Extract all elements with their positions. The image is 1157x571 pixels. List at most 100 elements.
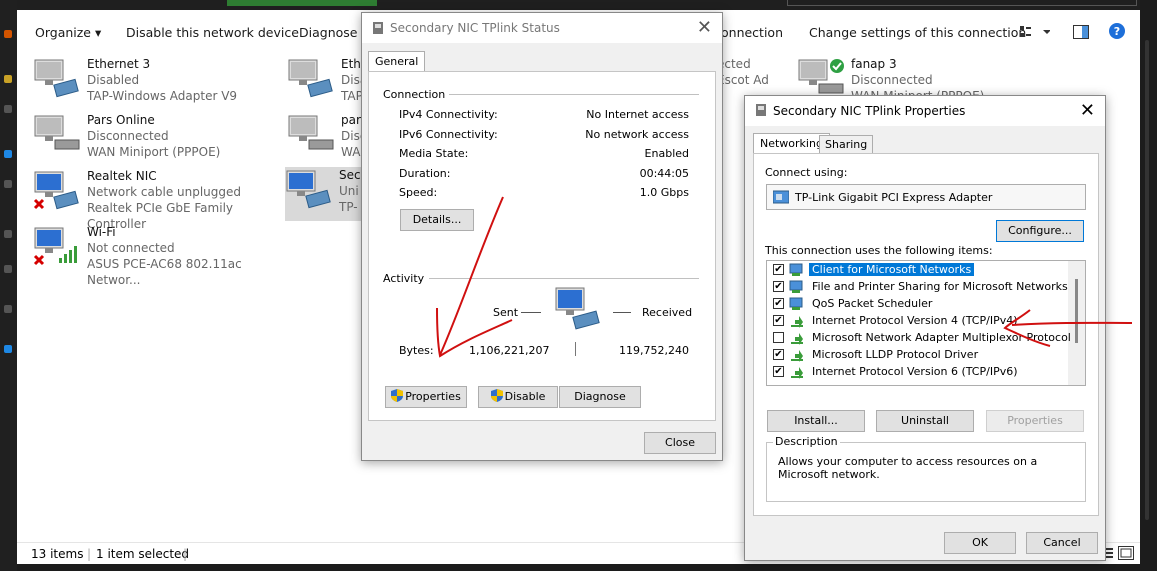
activity-header: Activity (383, 272, 425, 285)
network-adapter-icon (288, 115, 334, 150)
description-header: Description (773, 435, 840, 448)
components-list[interactable]: ✔ Client for Microsoft Networks ✔ File and… (766, 260, 1086, 386)
item-checkbox[interactable]: ✔ (773, 281, 784, 292)
item-checkbox[interactable]: ✔ (773, 349, 784, 360)
item-device: ASUS PCE-AC68 802.11ac Networ... (87, 257, 242, 287)
nav-icon[interactable] (4, 265, 12, 273)
row-label: Duration: (399, 167, 451, 180)
configure-button[interactable]: Configure... (996, 220, 1084, 242)
list-scroll-thumb[interactable] (1075, 279, 1078, 343)
nav-icon[interactable] (4, 105, 12, 113)
help-icon[interactable]: ? (1109, 23, 1125, 42)
ok-button[interactable]: OK (944, 532, 1016, 554)
selected-count: 1 item selected (96, 547, 190, 561)
disable-label: Disable (504, 390, 546, 403)
item-name: Ethernet 3 (87, 57, 151, 71)
protocol-icon (791, 333, 803, 345)
close-icon[interactable]: ✕ (1080, 100, 1095, 121)
view-options-icon[interactable] (1020, 24, 1051, 43)
row-value: 00:44:05 (639, 167, 689, 180)
right-scrollbar[interactable] (1140, 0, 1157, 571)
row-value: No Internet access (586, 108, 689, 121)
uninstall-button[interactable]: Uninstall (876, 410, 974, 432)
nav-icon[interactable] (4, 305, 12, 313)
scroll-thumb[interactable] (1145, 40, 1149, 520)
nav-icon[interactable] (4, 230, 12, 238)
status-dialog-titlebar: Secondary NIC TPlink Status ✕ (362, 13, 722, 43)
tab-sharing[interactable]: Sharing (819, 135, 874, 153)
network-activity-icon (555, 287, 600, 330)
nav-icon[interactable] (4, 180, 12, 188)
install-button[interactable]: Install... (767, 410, 865, 432)
change-settings-button[interactable]: Change settings of this connection (809, 25, 1026, 40)
network-adapter-icon (286, 170, 331, 209)
row-label: IPv6 Connectivity: (399, 128, 498, 141)
item-status: Disconnected (851, 73, 933, 87)
disable-button[interactable]: Disable (478, 386, 558, 408)
item-label: Microsoft Network Adapter Multiplexor Pr… (812, 331, 1071, 344)
component-properties-button[interactable]: Properties (986, 410, 1084, 432)
item-name: Realtek NIC (87, 169, 157, 183)
cancel-button[interactable]: Cancel (1026, 532, 1098, 554)
network-item[interactable]: pars Disc WA (287, 112, 367, 166)
item-status: Not connected (87, 241, 175, 255)
network-item[interactable]: Ethernet 3 Disabled TAP-Windows Adapter V9 (33, 56, 283, 110)
item-checkbox[interactable] (773, 332, 784, 343)
item-label: Client for Microsoft Networks (809, 263, 975, 276)
item-device: Escot Ad (717, 73, 769, 87)
item-checkbox[interactable]: ✔ (773, 298, 784, 309)
item-status: Network cable unplugged (87, 185, 242, 199)
divider (575, 342, 576, 356)
nav-icon[interactable] (4, 30, 12, 38)
line (613, 312, 631, 313)
nav-icon[interactable] (4, 150, 12, 158)
network-adapter-icon (798, 59, 844, 94)
tab-general[interactable]: General (368, 51, 426, 71)
preview-pane-icon[interactable] (1073, 25, 1089, 42)
network-adapter-icon (33, 171, 79, 210)
network-item[interactable]: Pars Online Disconnected WAN Miniport (PPP… (33, 112, 283, 166)
divider: | (183, 547, 188, 561)
network-service-icon (789, 297, 803, 310)
rename-connection-button[interactable]: onnection (721, 25, 783, 40)
network-item-selected[interactable]: Seco Uni TP- (285, 167, 368, 221)
network-item[interactable]: Ethe Disa TAP (287, 56, 368, 110)
received-label: Received (642, 306, 693, 319)
adapter-name: TP-Link Gigabit PCI Express Adapter (795, 191, 993, 204)
item-checkbox[interactable]: ✔ (773, 366, 784, 377)
general-panel: Connection IPv4 Connectivity: No Interne… (368, 71, 716, 421)
nav-icon[interactable] (4, 345, 12, 353)
progress-strip (227, 0, 377, 6)
search-box-edge[interactable] (787, 0, 1137, 6)
items-label: This connection uses the following items… (765, 244, 993, 257)
item-device: WAN Miniport (PPPOE) (87, 145, 221, 159)
item-status: Disabled (87, 73, 140, 87)
network-item[interactable]: Wi-Fi Not connected ASUS PCE-AC68 802.11ac… (33, 224, 283, 287)
properties-button[interactable]: Properties (385, 386, 467, 408)
close-icon[interactable]: ✕ (697, 17, 712, 38)
nav-icon[interactable] (4, 75, 12, 83)
svg-text:?: ? (1114, 25, 1120, 38)
close-button[interactable]: Close (644, 432, 716, 454)
network-client-icon (789, 263, 803, 276)
item-status: Disconnected (87, 129, 169, 143)
diagnose-button[interactable]: Diagnose (559, 386, 641, 408)
item-checkbox[interactable]: ✔ (773, 315, 784, 326)
adapter-icon (773, 190, 789, 204)
network-adapter-icon (756, 104, 766, 116)
protocol-icon (791, 350, 803, 362)
organize-button[interactable]: Organize ▾ (35, 25, 101, 40)
protocol-icon (791, 316, 803, 328)
row-value: 1.0 Gbps (639, 186, 689, 199)
network-service-icon (789, 280, 803, 293)
tiles-view-icon[interactable] (1118, 546, 1134, 563)
network-item[interactable]: Realtek NIC Network cable unplugged Realte… (33, 168, 283, 231)
disable-device-button[interactable]: Disable this network device (126, 25, 299, 40)
details-button[interactable]: Details... (400, 209, 474, 231)
wifi-adapter-icon (33, 227, 77, 266)
connection-header: Connection (383, 88, 446, 101)
bytes-received: 119,752,240 (619, 344, 689, 357)
item-label: File and Printer Sharing for Microsoft N… (812, 280, 1068, 293)
item-checkbox[interactable]: ✔ (773, 264, 784, 275)
bytes-sent: 1,106,221,207 (469, 344, 550, 357)
